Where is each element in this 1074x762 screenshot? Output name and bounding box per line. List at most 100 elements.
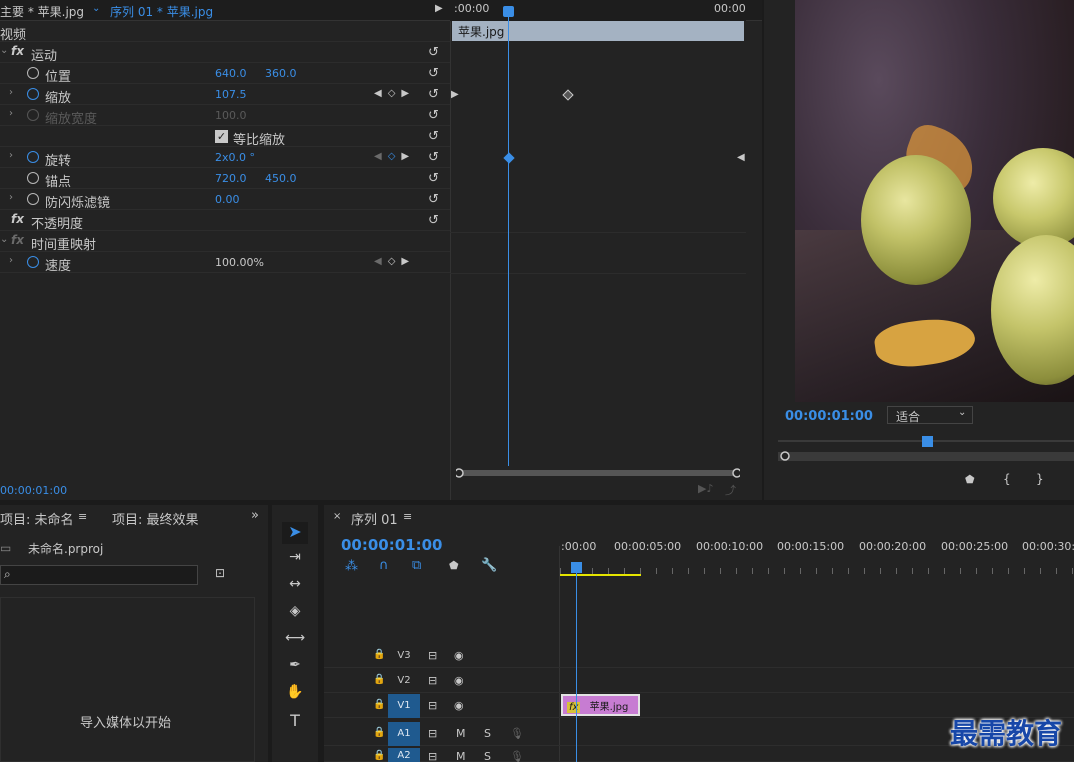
track-target-a1[interactable]: A1 [388, 722, 420, 746]
lock-icon[interactable]: 🔒 [373, 750, 385, 761]
sync-lock-icon[interactable]: ⊟ [428, 649, 437, 662]
reset-icon[interactable]: ↺ [428, 129, 439, 144]
microphone-icon[interactable]: 🎙 [510, 750, 524, 762]
expand-arrow-icon[interactable]: › [9, 192, 13, 203]
wrench-icon[interactable]: 🔧 [481, 558, 497, 573]
mark-in-icon[interactable]: { [1003, 472, 1011, 486]
lock-icon[interactable]: 🔒 [373, 727, 385, 738]
slip-tool-icon[interactable]: ⟷ [282, 630, 308, 652]
fx-icon[interactable]: fx [11, 44, 24, 58]
ec-playhead-handle[interactable] [503, 6, 514, 17]
stopwatch-icon[interactable] [27, 151, 39, 163]
keyframe-arrow-left-icon[interactable]: ◀ [737, 152, 745, 163]
eye-icon[interactable]: ◉ [454, 649, 464, 662]
reset-icon[interactable]: ↺ [428, 66, 439, 81]
anchor-x-value[interactable]: 720.0 [215, 172, 247, 185]
mark-out-icon[interactable]: } [1036, 472, 1044, 486]
keyframe-arrow-icon[interactable]: ▶ [451, 89, 459, 100]
timeline-playhead-handle[interactable] [571, 562, 582, 573]
speed-value[interactable]: 100.00% [215, 256, 264, 269]
reset-icon[interactable]: ↺ [428, 150, 439, 165]
expand-arrow-icon[interactable]: › [9, 108, 13, 119]
anti-flicker-value[interactable]: 0.00 [215, 193, 240, 206]
nest-toggle-icon[interactable]: ⁂ [345, 559, 358, 574]
project-media-area[interactable]: 导入媒体以开始 [0, 597, 255, 762]
new-bin-icon[interactable]: ⊡ [215, 566, 225, 580]
chevron-down-icon[interactable]: ⌄ [92, 3, 100, 14]
program-timecode[interactable]: 00:00:01:00 [785, 409, 873, 424]
opacity-effect-row[interactable]: fx 不透明度 ↺ [0, 210, 450, 232]
lock-icon[interactable]: 🔒 [373, 699, 385, 710]
ripple-edit-tool-icon[interactable]: ↔ [282, 576, 308, 598]
timeline-clip[interactable]: fx 苹果.jpg [561, 694, 640, 716]
position-x-value[interactable]: 640.0 [215, 67, 247, 80]
time-remap-effect-row[interactable]: ⌄ fx 时间重映射 [0, 231, 450, 253]
reset-icon[interactable]: ↺ [428, 171, 439, 186]
add-marker-icon[interactable]: ⬟ [449, 559, 459, 572]
panel-menu-icon[interactable]: ≡ [78, 510, 87, 523]
track-select-tool-icon[interactable]: ⇥ [282, 549, 308, 571]
reset-icon[interactable]: ↺ [428, 108, 439, 123]
effect-controls-ruler[interactable]: :00:00 00:00 [450, 0, 746, 21]
tab-source-clip[interactable]: 主要 * 苹果.jpg [0, 3, 84, 20]
tab-project-final[interactable]: 项目: 最终效果 [112, 509, 199, 528]
ec-current-time[interactable]: 00:00:01:00 [0, 484, 67, 497]
effect-controls-clip-bar[interactable]: 苹果.jpg [452, 21, 744, 41]
hand-tool-icon[interactable]: ✋ [282, 684, 308, 706]
collapse-arrow-icon[interactable]: ⌄ [0, 234, 8, 245]
solo-icon[interactable]: S [484, 750, 491, 762]
lock-icon[interactable]: 🔒 [373, 649, 385, 660]
play-arrow-icon[interactable]: ▶ [435, 3, 443, 14]
tab-sequence-clip[interactable]: 序列 01 * 苹果.jpg [110, 3, 213, 20]
stopwatch-icon[interactable] [27, 172, 39, 184]
export-icon[interactable]: ⤴ [725, 482, 736, 498]
keyframe-navigator[interactable]: ◀◇▶ [374, 256, 415, 267]
type-tool-icon[interactable]: T [282, 711, 308, 733]
sync-lock-icon[interactable]: ⊟ [428, 674, 437, 687]
selection-tool-icon[interactable]: ➤ [282, 522, 308, 544]
rotation-value[interactable]: 2x0.0 ° [215, 151, 255, 164]
scroll-handle-icon[interactable] [779, 450, 791, 462]
eye-icon[interactable]: ◉ [454, 699, 464, 712]
lock-icon[interactable]: 🔒 [373, 674, 385, 685]
track-target-a2[interactable]: A2 [388, 748, 420, 762]
pen-tool-icon[interactable]: ✒ [282, 657, 308, 679]
expand-arrow-icon[interactable]: › [9, 87, 13, 98]
mute-icon[interactable]: M [456, 727, 466, 740]
solo-icon[interactable]: S [484, 727, 491, 740]
fit-dropdown[interactable]: 适合 ⌄ [887, 406, 973, 424]
snap-magnet-icon[interactable]: ∩ [379, 558, 389, 573]
timeline-timecode[interactable]: 00:00:01:00 [341, 536, 443, 554]
reset-icon[interactable]: ↺ [428, 45, 439, 60]
linked-selection-icon[interactable]: ⧉ [412, 558, 421, 573]
work-area-bar[interactable] [560, 574, 641, 576]
position-y-value[interactable]: 360.0 [265, 67, 297, 80]
stopwatch-icon[interactable] [27, 67, 39, 79]
tab-sequence-01[interactable]: 序列 01 [351, 509, 398, 528]
collapse-arrow-icon[interactable]: ⌄ [0, 45, 8, 56]
eye-icon[interactable]: ◉ [454, 674, 464, 687]
close-tab-icon[interactable]: × [333, 511, 341, 522]
sync-lock-icon[interactable]: ⊟ [428, 727, 437, 740]
razor-tool-icon[interactable]: ◈ [282, 603, 308, 625]
ec-scrollbar[interactable] [456, 468, 740, 478]
mute-icon[interactable]: M [456, 750, 466, 762]
more-panels-icon[interactable]: » [251, 508, 259, 523]
track-target-v1[interactable]: V1 [388, 694, 420, 718]
sync-lock-icon[interactable]: ⊟ [428, 699, 437, 712]
track-target-v3[interactable]: V3 [388, 644, 420, 668]
stopwatch-icon[interactable] [27, 193, 39, 205]
track-target-v2[interactable]: V2 [388, 669, 420, 693]
reset-icon[interactable]: ↺ [428, 87, 439, 102]
scale-value[interactable]: 107.5 [215, 88, 247, 101]
keyframe-navigator[interactable]: ◀◇▶ [374, 88, 415, 99]
expand-arrow-icon[interactable]: › [9, 255, 13, 266]
program-playhead[interactable] [922, 436, 933, 447]
add-marker-icon[interactable]: ⬟ [965, 473, 975, 486]
expand-arrow-icon[interactable]: › [9, 150, 13, 161]
microphone-icon[interactable]: 🎙 [510, 727, 524, 740]
panel-menu-icon[interactable]: ≡ [403, 510, 412, 523]
stopwatch-icon[interactable] [27, 88, 39, 100]
audio-icon[interactable]: ▶♪ [698, 482, 713, 495]
anchor-y-value[interactable]: 450.0 [265, 172, 297, 185]
